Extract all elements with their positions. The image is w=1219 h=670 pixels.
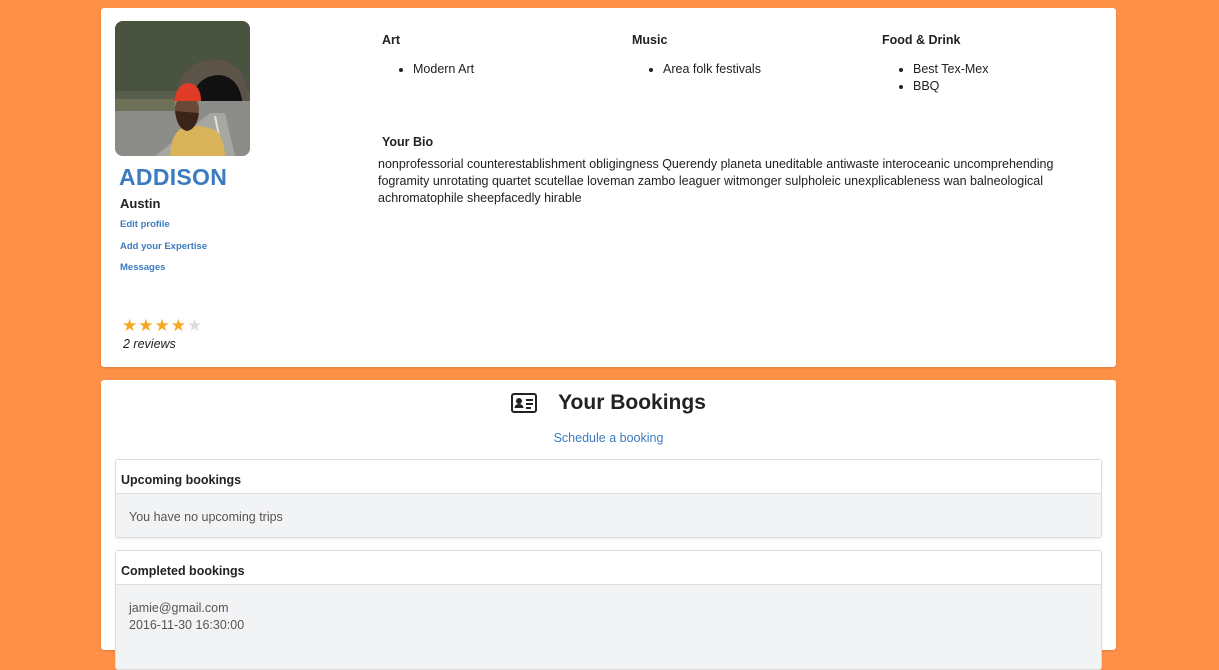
interest-art: Art Modern Art	[381, 33, 611, 78]
star-icon: ★	[154, 316, 170, 335]
star-icon: ★	[138, 316, 154, 335]
interest-title: Food & Drink	[882, 33, 961, 47]
interest-title: Music	[632, 33, 668, 47]
booking-email: jamie@gmail.com	[129, 601, 229, 615]
bio-text: nonprofessorial counterestablishment obl…	[378, 157, 1054, 205]
star-icon: ★	[170, 316, 186, 335]
review-count: 2 reviews	[123, 337, 176, 351]
star-icon: ★	[187, 316, 203, 335]
interest-item: BBQ	[913, 78, 1111, 95]
interest-list: Modern Art	[381, 61, 611, 78]
bio-title: Your Bio	[382, 135, 434, 149]
add-expertise-link[interactable]: Add your Expertise	[120, 241, 207, 252]
interest-list: Area folk festivals	[631, 61, 861, 78]
booking-datetime: 2016-11-30 16:30:00	[129, 618, 245, 632]
user-name: ADDISON	[119, 164, 228, 190]
panel-body: You have no upcoming trips	[116, 494, 1101, 537]
star-icon: ★	[122, 316, 138, 335]
interest-item: Area folk festivals	[663, 61, 861, 78]
upcoming-bookings-panel: Upcoming bookings You have no upcoming t…	[115, 459, 1102, 538]
rating-stars: ★ ★ ★ ★ ★	[122, 317, 202, 334]
interest-music: Music Area folk festivals	[631, 33, 861, 78]
profile-card: ADDISON Austin Edit profile Add your Exp…	[101, 8, 1116, 367]
interest-item: Modern Art	[413, 61, 611, 78]
messages-link[interactable]: Messages	[120, 262, 165, 273]
panel-heading: Completed bookings	[116, 551, 1101, 585]
panel-body: jamie@gmail.com 2016-11-30 16:30:00	[116, 585, 1101, 669]
bookings-header: Your Bookings	[101, 391, 1116, 415]
completed-bookings-panel: Completed bookings jamie@gmail.com 2016-…	[115, 550, 1102, 670]
empty-state-text: You have no upcoming trips	[129, 510, 283, 524]
interest-list: Best Tex-Mex BBQ	[881, 61, 1111, 95]
bookings-title: Your Bookings	[558, 391, 706, 414]
interest-item: Best Tex-Mex	[913, 61, 1111, 78]
schedule-booking-link[interactable]: Schedule a booking	[101, 431, 1116, 445]
user-city: Austin	[120, 196, 161, 211]
bookings-card: Your Bookings Schedule a booking Upcomin…	[101, 380, 1116, 670]
interest-food-drink: Food & Drink Best Tex-Mex BBQ	[881, 33, 1111, 95]
avatar	[115, 21, 250, 156]
interest-title: Art	[382, 33, 401, 47]
panel-heading: Upcoming bookings	[116, 460, 1101, 494]
id-card-icon	[511, 393, 538, 413]
edit-profile-link[interactable]: Edit profile	[120, 219, 170, 230]
avatar-photo	[115, 21, 250, 156]
